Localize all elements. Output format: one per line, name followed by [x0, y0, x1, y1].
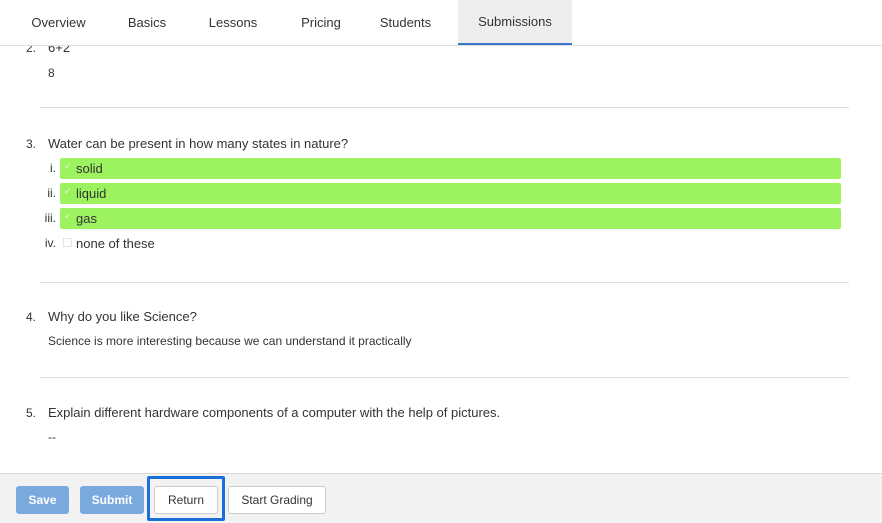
question-text: Explain different hardware components of…: [48, 405, 501, 420]
question-text: 6+2: [48, 46, 71, 55]
tab-basics[interactable]: Basics: [117, 0, 177, 45]
answer-text: Science is more interesting because we c…: [48, 334, 412, 348]
tab-bar: Overview Basics Lessons Pricing Students…: [0, 0, 882, 46]
option-number: iii.: [44, 211, 56, 225]
check-icon: ✓: [64, 161, 72, 171]
divider: [40, 377, 849, 378]
question-text: Why do you like Science?: [48, 309, 197, 324]
correct-option-highlight: [60, 208, 841, 229]
tab-submissions[interactable]: Submissions: [458, 0, 572, 45]
answer-text: --: [48, 430, 56, 444]
correct-option-highlight: [60, 158, 841, 179]
answer-text: 8: [48, 66, 55, 80]
option-label: none of these: [76, 236, 155, 251]
option-number: i.: [50, 161, 56, 175]
option-number: iv.: [44, 236, 56, 250]
question-number: 4.: [26, 310, 37, 324]
option-label: liquid: [76, 186, 107, 201]
option-row: iii. ✓ gas: [0, 208, 882, 229]
divider: [40, 107, 849, 108]
check-icon: ✓: [64, 186, 72, 196]
divider: [40, 282, 849, 283]
option-label: gas: [76, 211, 97, 226]
tab-pricing[interactable]: Pricing: [289, 0, 353, 45]
tab-lessons[interactable]: Lessons: [177, 0, 289, 45]
question-number: 5.: [26, 406, 37, 420]
tab-students[interactable]: Students: [353, 0, 458, 45]
tab-overview[interactable]: Overview: [0, 0, 117, 45]
option-row: ii. ✓ liquid: [0, 183, 882, 204]
option-label: solid: [76, 161, 103, 176]
submission-content[interactable]: 2. 6+2 8 3. Water can be present in how …: [0, 46, 882, 473]
save-button[interactable]: Save: [16, 486, 69, 514]
start-grading-button[interactable]: Start Grading: [228, 486, 326, 514]
check-icon: ✓: [64, 211, 72, 221]
return-button[interactable]: Return: [154, 486, 218, 514]
checkbox-icon: [63, 238, 72, 247]
correct-option-highlight: [60, 183, 841, 204]
option-row: iv. none of these: [0, 233, 882, 254]
option-row: i. ✓ solid: [0, 158, 882, 179]
question-number: 2.: [26, 46, 37, 55]
option-number: ii.: [47, 186, 56, 200]
question-text: Water can be present in how many states …: [48, 136, 349, 151]
question-number: 3.: [26, 137, 37, 151]
action-footer: Save Submit Return Start Grading: [0, 473, 882, 523]
submit-button[interactable]: Submit: [80, 486, 144, 514]
